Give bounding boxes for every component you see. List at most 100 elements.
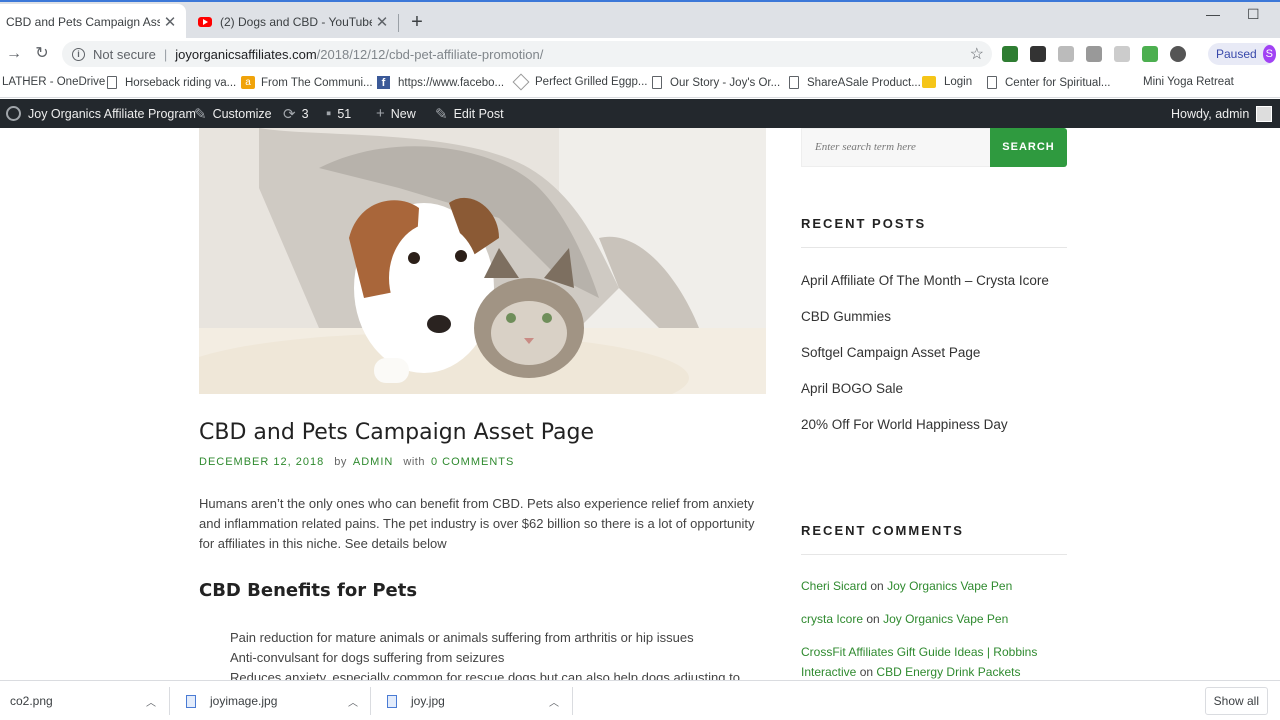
comment-post-link[interactable]: CBD Energy Drink Packets [876,665,1020,679]
tab-strip: CBD and Pets Campaign Asset Pa ✕ (2) Dog… [0,0,1280,40]
updates-link[interactable]: ⟳ 3 [283,99,309,128]
post-author[interactable]: ADMIN [353,456,393,468]
dashboard-icon [6,106,21,121]
bookmark-item[interactable]: Our Story - Joy's Or... [652,76,780,89]
brush-icon: ✎ [194,105,207,123]
comment-author-link[interactable]: crysta Icore [801,612,863,626]
tab-cbd-pets[interactable]: CBD and Pets Campaign Asset Pa ✕ [0,4,186,40]
on-label: on [866,612,880,626]
bookmark-item[interactable]: a From The Communi... [241,76,373,89]
new-label: New [390,106,416,121]
recent-post-link[interactable]: April BOGO Sale [801,378,1067,400]
download-item[interactable]: joy.jpg ︿ [371,681,571,720]
extension-icon[interactable] [1142,46,1158,62]
search-button[interactable]: SEARCH [990,128,1067,167]
on-label: on [870,579,884,593]
url-host: joyorganicsaffiliates.com [175,46,317,62]
edit-label: Edit Post [453,106,504,121]
recent-post-link[interactable]: Softgel Campaign Asset Page [801,342,1067,364]
close-tab-icon[interactable]: ✕ [160,13,180,31]
comment-post-link[interactable]: Joy Organics Vape Pen [883,612,1008,626]
extension-icon[interactable] [1058,46,1074,62]
customize-label: Customize [212,106,272,121]
post-date[interactable]: DECEMBER 12, 2018 [199,456,324,468]
bookmark-label: From The Communi... [261,76,373,89]
post-comments-link[interactable]: 0 COMMENTS [431,456,514,468]
download-item[interactable]: co2.png ︿ [0,681,168,720]
page-icon [107,76,117,89]
recent-post-link[interactable]: 20% Off For World Happiness Day [801,414,1067,436]
post-title[interactable]: CBD and Pets Campaign Asset Page [199,420,594,445]
recent-comments-heading: RECENT COMMENTS [801,523,964,538]
divider [572,687,573,715]
list-item: crysta Icore on Joy Organics Vape Pen [801,609,1067,629]
bookmark-star-icon[interactable]: ☆ [970,44,984,64]
featured-image [199,128,766,394]
benefits-list: Pain reduction for mature animals or ani… [230,628,770,688]
wp-admin-bar: Joy Organics Affiliate Program ✎ Customi… [0,99,1280,128]
url-path: /2018/12/12/cbd-pet-affiliate-promotion/ [316,46,544,62]
extension-icon[interactable] [1086,46,1102,62]
bookmark-label: Center for Spiritual... [1005,76,1111,89]
bookmark-label: Mini Yoga Retreat [1143,76,1234,88]
on-label: on [859,665,874,679]
bookmark-item[interactable]: Perfect Grilled Eggp... [512,73,648,91]
recent-post-link[interactable]: April Affiliate Of The Month – Crysta Ic… [801,270,1067,292]
chevron-up-icon[interactable]: ︿ [348,694,358,709]
edit-post-link[interactable]: ✎ Edit Post [435,99,504,128]
comment-post-link[interactable]: Joy Organics Vape Pen [887,579,1012,593]
dog-and-cat-illustration [199,128,766,394]
page-icon [789,76,799,89]
new-content-link[interactable]: + New [376,99,416,128]
maximize-icon[interactable]: ☐ [1247,6,1260,23]
new-tab-button[interactable]: + [405,10,429,34]
download-shelf: co2.png ︿ joyimage.jpg ︿ joy.jpg ︿ Show … [0,680,1280,720]
comments-link[interactable]: ▪ 51 [326,99,351,128]
account-menu[interactable]: Howdy, admin [1171,99,1273,128]
info-icon[interactable]: i [72,47,85,61]
recent-post-link[interactable]: CBD Gummies [801,306,1067,328]
profile-status: Paused [1216,47,1257,61]
customize-link[interactable]: ✎ Customize [194,99,272,128]
section-heading: CBD Benefits for Pets [199,580,418,601]
comment-author-link[interactable]: Cheri Sicard [801,579,867,593]
bookmark-item[interactable]: Center for Spiritual... [987,76,1110,89]
bookmark-item[interactable]: ShareASale Product... [789,76,921,89]
site-name-link[interactable]: Joy Organics Affiliate Program [6,99,196,128]
bookmark-label: LATHER - OneDrive [2,76,106,88]
list-item: CrossFit Affiliates Gift Guide Ideas | R… [801,642,1067,682]
show-all-button[interactable]: Show all [1204,687,1268,715]
post-meta: DECEMBER 12, 2018 by ADMIN with 0 COMMENTS [199,456,514,468]
profile-button[interactable]: Paused S [1208,43,1276,65]
close-tab-icon[interactable]: ✕ [372,13,392,31]
with-label: with [403,456,425,468]
plus-icon: + [376,105,385,122]
tab-youtube[interactable]: (2) Dogs and CBD - YouTube ✕ [186,4,398,40]
bookmark-item[interactable]: Login [922,76,972,88]
updates-icon: ⟳ [283,105,296,123]
extension-icon[interactable] [1114,46,1130,62]
search-input[interactable]: Enter search term here [801,128,991,167]
list-item: Cheri Sicard on Joy Organics Vape Pen [801,576,1067,596]
avatar [1256,105,1273,122]
chevron-up-icon[interactable]: ︿ [549,694,559,709]
chevron-up-icon[interactable]: ︿ [146,694,156,709]
minimize-icon[interactable]: — [1206,6,1220,22]
divider [801,247,1067,248]
bookmark-item[interactable]: f https://www.facebo... [377,76,504,89]
address-bar[interactable]: i Not secure | joyorganicsaffiliates.com… [62,41,992,67]
by-label: by [334,456,347,468]
bookmark-label: Our Story - Joy's Or... [670,76,781,89]
extension-icon[interactable] [1002,46,1018,62]
bookmarks-bar: LATHER - OneDrive Horseback riding va...… [0,70,1280,98]
extension-icon[interactable] [1030,46,1046,62]
bookmark-item[interactable]: Horseback riding va... [107,76,236,89]
tab-divider [398,14,399,32]
forward-arrow-icon[interactable]: → [4,44,24,64]
list-item: Pain reduction for mature animals or ani… [230,628,770,648]
bookmark-item[interactable]: LATHER - OneDrive [2,76,105,88]
reload-icon[interactable]: ↻ [32,44,52,64]
download-item[interactable]: joyimage.jpg ︿ [170,681,370,720]
extension-icon[interactable] [1170,46,1186,62]
bookmark-item[interactable]: Mini Yoga Retreat [1143,76,1234,88]
